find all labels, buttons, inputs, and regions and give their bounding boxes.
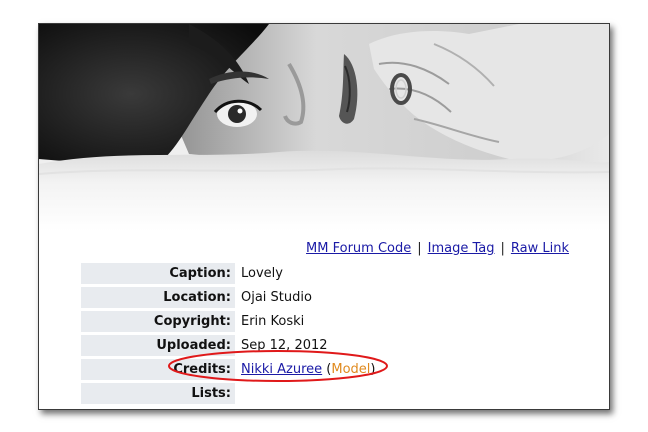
mm-forum-code-link[interactable]: MM Forum Code xyxy=(306,241,411,256)
detail-row-credits: Credits: Nikki Azuree (Model) xyxy=(81,359,441,380)
caption-value: Lovely xyxy=(241,266,283,281)
detail-row-location: Location: Ojai Studio xyxy=(81,287,441,308)
caption-label: Caption: xyxy=(81,263,235,284)
link-separator: | xyxy=(500,241,505,256)
uploaded-value: Sep 12, 2012 xyxy=(241,338,328,353)
credits-value: Nikki Azuree (Model) xyxy=(235,359,441,380)
copyright-label: Copyright: xyxy=(81,311,235,332)
share-links-bar: MM Forum Code | Image Tag | Raw Link xyxy=(39,241,569,256)
location-label: Location: xyxy=(81,287,235,308)
link-separator: | xyxy=(417,241,422,256)
detail-row-uploaded: Uploaded: Sep 12, 2012 xyxy=(81,335,441,356)
credit-name-link[interactable]: Nikki Azuree xyxy=(241,362,322,377)
photo-detail-panel: MM Forum Code | Image Tag | Raw Link Caption… xyxy=(38,23,610,410)
credit-paren-close: ) xyxy=(370,362,376,377)
portrait-photo xyxy=(39,24,609,231)
detail-row-caption: Caption: Lovely xyxy=(81,263,441,284)
image-tag-link[interactable]: Image Tag xyxy=(428,241,495,256)
credits-label: Credits: xyxy=(81,359,235,380)
photo-details-table: Caption: Lovely Location: Ojai Studio Co… xyxy=(81,260,441,407)
uploaded-label: Uploaded: xyxy=(81,335,235,356)
raw-link-link[interactable]: Raw Link xyxy=(511,241,569,256)
credit-role: Model xyxy=(331,362,371,377)
lists-label: Lists: xyxy=(81,383,235,404)
detail-row-lists: Lists: xyxy=(81,383,441,404)
location-value: Ojai Studio xyxy=(241,290,312,305)
lists-value xyxy=(235,383,441,404)
credit-paren-open: ( xyxy=(322,362,332,377)
detail-row-copyright: Copyright: Erin Koski xyxy=(81,311,441,332)
copyright-value: Erin Koski xyxy=(241,314,305,329)
